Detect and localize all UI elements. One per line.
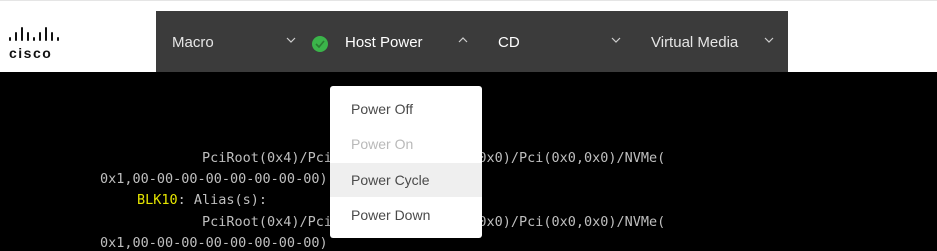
- menu-macro-label: Macro: [172, 33, 214, 51]
- power-on-option: Power On: [351, 136, 414, 152]
- console-line: 0x1,00-00-00-00-00-00-00-00): [100, 171, 328, 187]
- cisco-logo-text: cisco: [9, 45, 53, 61]
- power-off-option[interactable]: Power Off: [330, 92, 482, 126]
- console-line: BLK10: Alias(s):: [137, 192, 267, 208]
- power-cycle-option[interactable]: Power Cycle: [330, 163, 482, 197]
- console-device-label: BLK10: [137, 192, 178, 208]
- menu-macro[interactable]: Macro: [172, 11, 214, 73]
- chevron-down-icon: [764, 35, 774, 45]
- chevron-down-icon: [611, 35, 621, 45]
- menu-virtual-media-label: Virtual Media: [651, 33, 739, 51]
- cisco-logo: cisco: [9, 27, 79, 67]
- console-line-text: : Alias(s):: [177, 192, 268, 208]
- console-line: 0x1,00-00-00-00-00-00-00-00): [100, 235, 328, 251]
- menu-virtual-media[interactable]: Virtual Media: [651, 11, 738, 73]
- menu-cd-label: CD: [498, 33, 520, 51]
- menu-host-power-label: Host Power: [345, 33, 423, 51]
- check-circle-icon: [312, 36, 328, 52]
- kvm-menu-bar: Macro Host Power CD Virtual Media: [156, 11, 788, 73]
- menu-cd[interactable]: CD: [498, 11, 520, 73]
- chevron-up-icon: [458, 35, 468, 45]
- top-bar: cisco Macro Host Power CD Virtual Media: [0, 0, 937, 73]
- menu-host-power[interactable]: Host Power: [345, 11, 423, 73]
- power-down-option[interactable]: Power Down: [330, 198, 482, 232]
- host-power-dropdown: Power Off Power On Power Cycle Power Dow…: [330, 86, 482, 238]
- chevron-down-icon: [286, 35, 296, 45]
